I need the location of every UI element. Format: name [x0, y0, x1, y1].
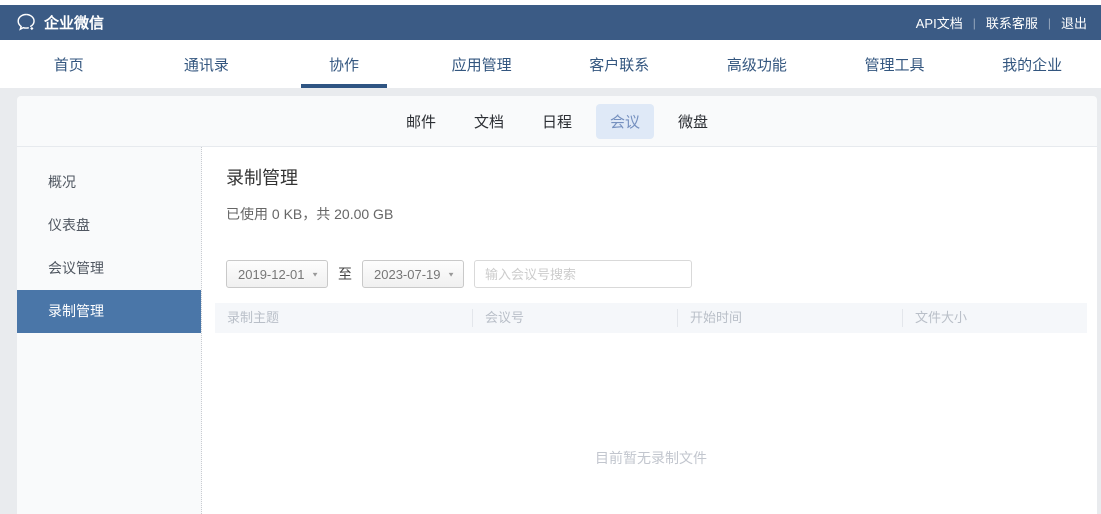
divider: |	[972, 15, 976, 30]
main-content: 录制管理 已使用 0 KB，共 20.00 GB 2019-12-01 ▼ 至 …	[202, 147, 1097, 514]
tab-drive[interactable]: 微盘	[664, 104, 722, 139]
nav-item-advanced-features[interactable]: 高级功能	[688, 40, 826, 88]
sidebar-item-label: 概况	[48, 174, 76, 190]
start-date-value: 2019-12-01	[238, 266, 305, 282]
tab-label: 微盘	[678, 113, 709, 131]
tab-label: 邮件	[405, 113, 436, 131]
nav-label: 我的企业	[1002, 56, 1063, 74]
empty-state-text: 目前暂无录制文件	[595, 450, 707, 466]
end-date-select[interactable]: 2023-07-19 ▼	[362, 260, 464, 288]
chevron-down-icon: ▼	[311, 270, 319, 278]
topbar-link-api-docs[interactable]: API文档	[916, 13, 963, 32]
col-file-size: 文件大小	[902, 309, 1087, 327]
nav-label: 客户联系	[589, 56, 650, 74]
date-range-separator: 至	[338, 266, 352, 282]
tab-label: 日程	[541, 113, 572, 131]
tab-meeting[interactable]: 会议	[596, 103, 655, 139]
col-recording-topic: 录制主题	[227, 310, 280, 325]
nav-label: 首页	[53, 56, 84, 74]
end-date-value: 2023-07-19	[374, 266, 441, 282]
sidebar-item-label: 仪表盘	[48, 217, 90, 233]
storage-usage-text: 已使用 0 KB，共 20.00 GB	[226, 206, 394, 222]
start-date-select[interactable]: 2019-12-01 ▼	[226, 260, 328, 288]
tab-label: 会议	[610, 113, 641, 131]
nav-item-contacts[interactable]: 通讯录	[138, 40, 276, 88]
nav-label: 通讯录	[183, 56, 229, 74]
sidebar-item-meeting-management[interactable]: 会议管理	[17, 247, 201, 290]
panel-body: 概况 仪表盘 会议管理 录制管理 录制管理 已使用 0 KB，共 20.00 G…	[17, 147, 1097, 514]
meeting-id-search-input[interactable]	[474, 260, 692, 288]
nav-label: 管理工具	[864, 56, 925, 74]
topbar-links: API文档 | 联系客服 | 退出	[916, 13, 1087, 32]
nav-label: 协作	[329, 56, 360, 74]
tab-docs[interactable]: 文档	[460, 104, 518, 139]
nav-item-management-tools[interactable]: 管理工具	[826, 40, 964, 88]
sidebar-item-label: 录制管理	[48, 303, 104, 319]
col-start-time: 开始时间	[677, 309, 902, 327]
brand[interactable]: 企业微信	[16, 12, 104, 33]
chevron-down-icon: ▼	[447, 270, 455, 278]
filter-bar: 2019-12-01 ▼ 至 2023-07-19 ▼	[226, 260, 1087, 288]
tab-mail[interactable]: 邮件	[392, 104, 450, 139]
nav-item-my-enterprise[interactable]: 我的企业	[963, 40, 1101, 88]
wechat-work-logo-icon	[16, 12, 37, 33]
sidebar-item-overview[interactable]: 概况	[17, 161, 201, 204]
nav-label: 高级功能	[726, 56, 787, 74]
sidebar-item-recording-management[interactable]: 录制管理	[17, 290, 201, 333]
subnav-tabs: 邮件 文档 日程 会议 微盘	[17, 96, 1097, 147]
nav-label: 应用管理	[451, 56, 512, 74]
sidebar: 概况 仪表盘 会议管理 录制管理	[17, 147, 202, 514]
page-title: 录制管理	[226, 168, 298, 188]
content-panel: 邮件 文档 日程 会议 微盘 概况 仪表盘 会议管理 录制管理 录制管理 已使用…	[17, 96, 1097, 514]
nav-item-app-management[interactable]: 应用管理	[413, 40, 551, 88]
topbar-link-contact-support[interactable]: 联系客服	[986, 13, 1038, 32]
nav-item-home[interactable]: 首页	[0, 40, 138, 88]
table-header-row: 录制主题 会议号 开始时间 文件大小	[215, 303, 1087, 333]
divider: |	[1047, 15, 1051, 30]
nav-item-customer-contact[interactable]: 客户联系	[551, 40, 689, 88]
tab-schedule[interactable]: 日程	[528, 104, 586, 139]
topbar: 企业微信 API文档 | 联系客服 | 退出	[0, 5, 1101, 40]
sidebar-item-label: 会议管理	[48, 260, 104, 276]
nav-item-collaboration[interactable]: 协作	[275, 40, 413, 88]
main-nav: 首页 通讯录 协作 应用管理 客户联系 高级功能 管理工具 我的企业	[0, 40, 1101, 88]
col-meeting-id: 会议号	[472, 309, 677, 327]
page-body: 邮件 文档 日程 会议 微盘 概况 仪表盘 会议管理 录制管理 录制管理 已使用…	[0, 88, 1101, 514]
sidebar-item-dashboard[interactable]: 仪表盘	[17, 204, 201, 247]
tab-label: 文档	[473, 113, 504, 131]
brand-name: 企业微信	[44, 15, 105, 32]
topbar-link-logout[interactable]: 退出	[1061, 13, 1087, 32]
